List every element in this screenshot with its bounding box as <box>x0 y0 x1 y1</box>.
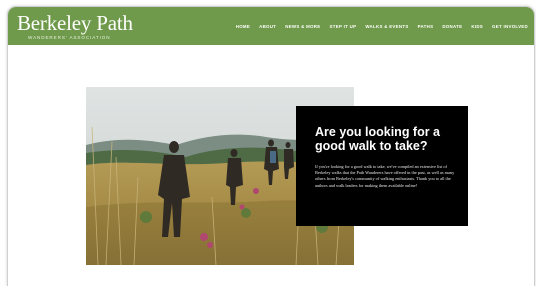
site-logo-title[interactable]: Berkeley Path <box>17 11 133 36</box>
nav-kids[interactable]: KIDS <box>471 24 483 29</box>
nav-news-and-more[interactable]: NEWS & MORE <box>285 24 320 29</box>
browser-page: Berkeley Path WANDERERS' ASSOCIATION HOM… <box>7 6 535 286</box>
site-logo-subtitle: WANDERERS' ASSOCIATION <box>28 35 111 40</box>
hero-heading: Are you looking for a good walk to take? <box>315 125 441 153</box>
hero-description: If you're looking for a good walk to tak… <box>315 164 455 188</box>
site-header: Berkeley Path WANDERERS' ASSOCIATION HOM… <box>8 7 534 45</box>
nav-get-involved[interactable]: GET INVOLVED <box>492 24 528 29</box>
nav-about[interactable]: ABOUT <box>259 24 276 29</box>
nav-paths[interactable]: PATHS <box>418 24 434 29</box>
hero-callout-card: Are you looking for a good walk to take?… <box>296 106 468 226</box>
nav-walks-and-events[interactable]: WALKS & EVENTS <box>365 24 408 29</box>
nav-donate[interactable]: DONATE <box>442 24 462 29</box>
main-navigation: HOME ABOUT NEWS & MORE STEP IT UP WALKS … <box>236 24 528 29</box>
nav-home[interactable]: HOME <box>236 24 250 29</box>
nav-step-it-up[interactable]: STEP IT UP <box>330 24 357 29</box>
